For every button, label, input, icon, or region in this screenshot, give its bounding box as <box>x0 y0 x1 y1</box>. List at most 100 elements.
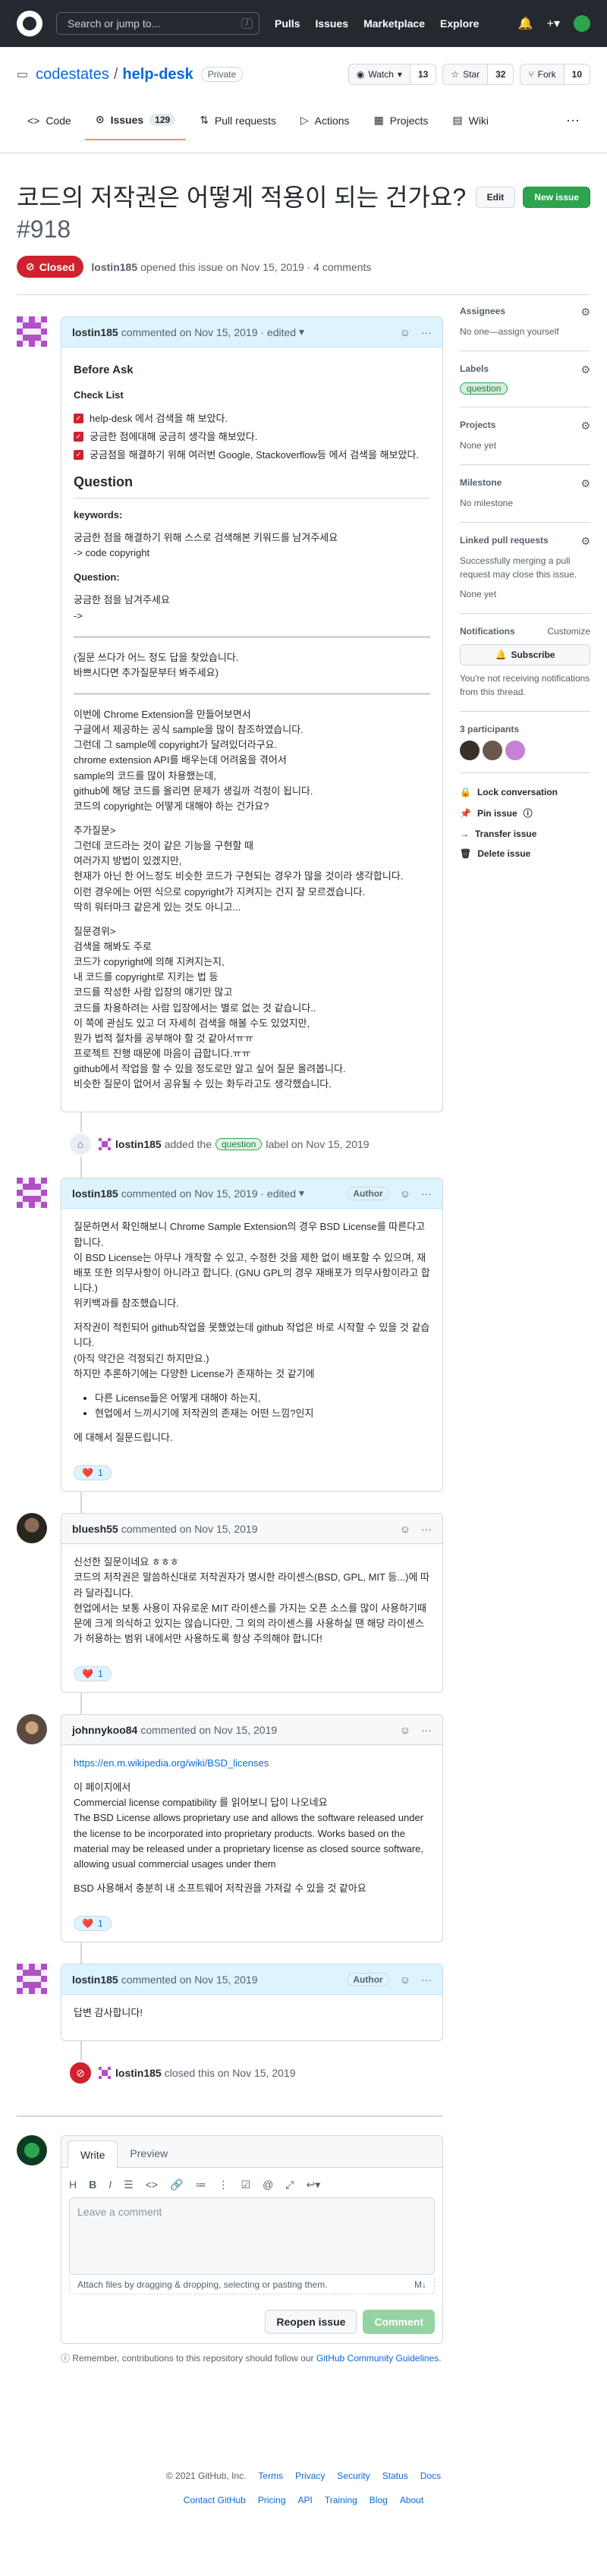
nav-pulls[interactable]: Pulls <box>275 17 300 30</box>
heart-reaction[interactable]: ❤️ 1 <box>74 1916 112 1932</box>
kebab-icon[interactable]: ··· <box>421 1523 432 1535</box>
attach-files-area[interactable]: Attach files by dragging & dropping, sel… <box>69 2275 435 2295</box>
watch-button[interactable]: ◉ Watch ▾ 13 <box>348 64 437 85</box>
avatar[interactable] <box>17 1714 47 1745</box>
avatar[interactable] <box>460 741 480 761</box>
kebab-icon[interactable]: ··· <box>421 1187 432 1200</box>
pin-issue[interactable]: 📌 Pin issue ⓘ <box>460 807 590 819</box>
footer-link[interactable]: Training <box>325 2495 357 2505</box>
footer-link[interactable]: About <box>400 2495 423 2505</box>
repo-name-link[interactable]: help-desk <box>122 66 193 83</box>
footer-link[interactable]: API <box>298 2495 313 2505</box>
tab-issues[interactable]: ⊙ Issues 129 <box>84 112 187 140</box>
comment-author[interactable]: lostin185 <box>72 326 118 338</box>
avatar[interactable] <box>17 316 47 348</box>
tab-pull-requests[interactable]: ⇅ Pull requests <box>189 112 287 140</box>
smiley-icon[interactable]: ☺ <box>400 1523 410 1535</box>
gear-icon[interactable]: ⚙ <box>580 420 590 432</box>
bold-icon[interactable]: B <box>89 2178 96 2191</box>
new-issue-button[interactable]: New issue <box>523 187 590 208</box>
smiley-icon[interactable]: ☺ <box>400 1724 410 1736</box>
avatar[interactable] <box>99 2067 111 2080</box>
search-input[interactable]: Search or jump to... / <box>56 12 259 35</box>
italic-icon[interactable]: I <box>109 2178 112 2191</box>
footer-link[interactable]: Terms <box>258 2471 283 2481</box>
bell-icon[interactable]: 🔔 <box>518 16 533 31</box>
tab-preview[interactable]: Preview <box>118 2140 180 2167</box>
footer-link[interactable]: Status <box>382 2471 408 2481</box>
footer-link[interactable]: Security <box>337 2471 370 2481</box>
smiley-icon[interactable]: ☺ <box>400 1974 410 1986</box>
footer-link[interactable]: Privacy <box>295 2471 325 2481</box>
question-label[interactable]: question <box>460 382 508 395</box>
kebab-icon[interactable]: ··· <box>421 1724 432 1736</box>
nav-marketplace[interactable]: Marketplace <box>363 17 425 30</box>
footer-link[interactable]: Blog <box>370 2495 388 2505</box>
issue-author[interactable]: lostin185 <box>91 261 137 273</box>
numbered-list-icon[interactable]: ⋮ <box>219 2178 229 2191</box>
comment-button[interactable]: Comment <box>363 2310 435 2335</box>
guidelines-link[interactable]: GitHub Community Guidelines <box>316 2353 439 2364</box>
heading-icon[interactable]: H <box>69 2178 77 2191</box>
avatar[interactable] <box>505 741 525 761</box>
footer-link[interactable]: Docs <box>420 2471 441 2481</box>
star-button[interactable]: ☆ Star 32 <box>442 64 514 85</box>
avatar[interactable] <box>483 741 502 761</box>
tab-write[interactable]: Write <box>68 2140 118 2169</box>
comment-textarea[interactable]: Leave a comment <box>69 2197 435 2276</box>
tab-projects[interactable]: ▦ Projects <box>363 112 439 140</box>
gear-icon[interactable]: ⚙ <box>580 306 590 319</box>
kebab-icon[interactable]: ··· <box>421 326 432 338</box>
repo-owner-link[interactable]: codestates <box>36 66 109 83</box>
subscribe-button[interactable]: 🔔 Subscribe <box>460 644 590 666</box>
more-icon[interactable]: ··· <box>555 112 590 140</box>
question-label[interactable]: question <box>215 1138 263 1151</box>
link-icon[interactable]: 🔗 <box>170 2178 183 2191</box>
footer-link[interactable]: Contact GitHub <box>184 2495 246 2505</box>
comment-author[interactable]: lostin185 <box>72 1187 118 1200</box>
user-avatar[interactable] <box>574 15 590 32</box>
footer-link[interactable]: Pricing <box>258 2495 286 2505</box>
event-author[interactable]: lostin185 <box>115 2067 162 2079</box>
avatar[interactable] <box>99 1138 111 1151</box>
gear-icon[interactable]: ⚙ <box>580 477 590 490</box>
tab-code[interactable]: <> Code <box>17 112 82 140</box>
plus-icon[interactable]: +▾ <box>547 16 560 31</box>
reopen-issue-button[interactable]: Reopen issue <box>265 2310 357 2335</box>
gear-icon[interactable]: ⚙ <box>580 535 590 548</box>
event-author[interactable]: lostin185 <box>115 1138 162 1150</box>
checkbox-checked-icon[interactable]: ✓ <box>74 414 83 424</box>
comment-author[interactable]: lostin185 <box>72 1974 118 1986</box>
kebab-icon[interactable]: ··· <box>421 1974 432 1986</box>
comment-author[interactable]: johnnykoo84 <box>72 1724 137 1736</box>
reply-icon[interactable]: ↩▾ <box>306 2178 320 2191</box>
avatar[interactable] <box>17 1178 47 1209</box>
nav-issues[interactable]: Issues <box>315 17 348 30</box>
lock-conversation[interactable]: 🔒 Lock conversation <box>460 787 590 797</box>
fork-button[interactable]: ⑂ Fork 10 <box>520 64 590 85</box>
delete-issue[interactable]: 🗑 Delete issue <box>460 848 590 859</box>
nav-explore[interactable]: Explore <box>440 17 479 30</box>
transfer-issue[interactable]: → Transfer issue <box>460 829 590 839</box>
bullet-list-icon[interactable]: ≔ <box>196 2178 206 2191</box>
heart-reaction[interactable]: ❤️ 1 <box>74 1465 112 1481</box>
gear-icon[interactable]: ⚙ <box>580 363 590 376</box>
avatar[interactable] <box>17 2135 47 2166</box>
checkbox-checked-icon[interactable]: ✓ <box>74 450 83 461</box>
checkbox-checked-icon[interactable]: ✓ <box>74 432 83 442</box>
tab-actions[interactable]: ▷ Actions <box>290 112 360 140</box>
quote-icon[interactable]: ☰ <box>124 2178 134 2191</box>
github-logo-icon[interactable] <box>17 11 42 36</box>
avatar[interactable] <box>17 1964 47 1995</box>
task-list-icon[interactable]: ☑ <box>241 2178 251 2191</box>
mention-icon[interactable]: @ <box>263 2178 273 2191</box>
smiley-icon[interactable]: ☺ <box>400 326 410 338</box>
code-icon[interactable]: <> <box>146 2178 158 2191</box>
customize-link[interactable]: Customize <box>547 626 590 637</box>
smiley-icon[interactable]: ☺ <box>400 1187 410 1200</box>
tab-wiki[interactable]: ▤ Wiki <box>442 112 499 140</box>
heart-reaction[interactable]: ❤️ 1 <box>74 1666 112 1682</box>
wikipedia-link[interactable]: https://en.m.wikipedia.org/wiki/BSD_lice… <box>74 1757 269 1769</box>
avatar[interactable] <box>17 1513 47 1544</box>
edit-button[interactable]: Edit <box>475 187 516 208</box>
